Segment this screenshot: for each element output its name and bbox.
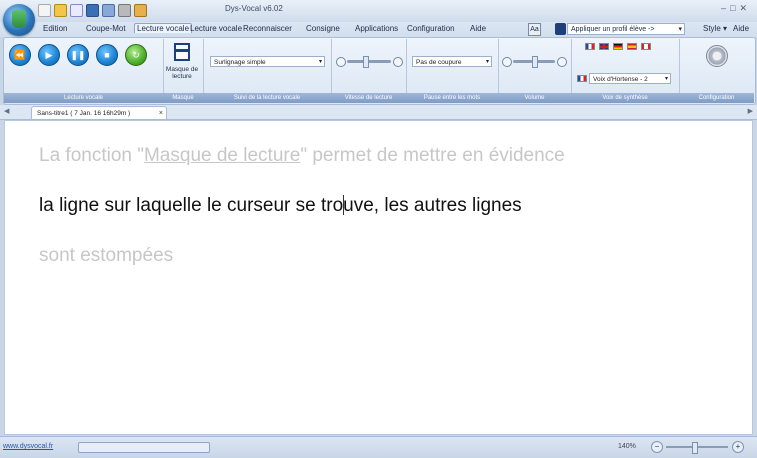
document-tab-label: Sans-titre1 ( 7 Jan. 16 16h29m )	[37, 110, 131, 117]
reading-mask-button-label[interactable]: Masque de lecture	[163, 66, 201, 80]
scroll-left-icon[interactable]: ◀	[4, 107, 9, 115]
text-line-faded-3: sont estompées	[39, 245, 174, 266]
zoom-out-button[interactable]: −	[651, 441, 663, 453]
student-profile-icon	[555, 23, 566, 35]
menu-lecture-vocale[interactable]: Lecture vocale	[190, 24, 242, 33]
menu-applications[interactable]: Applications	[355, 24, 398, 33]
app-logo-button[interactable]	[3, 4, 35, 36]
scroll-right-icon[interactable]: ▶	[748, 107, 753, 115]
open-folder-icon[interactable]	[54, 4, 67, 17]
group-label: Vitesse de lecture	[331, 93, 406, 103]
gear-icon[interactable]	[706, 45, 728, 67]
document-editor[interactable]: La fonction "Masque de lecture" permet d…	[4, 120, 753, 435]
word-pause-select[interactable]: Pas de coupure	[412, 56, 492, 68]
menu-edition[interactable]: Edition	[43, 24, 67, 33]
progress-bar	[78, 442, 210, 453]
zoom-level: 140%	[618, 443, 636, 450]
text-segment: uve, les autres lignes	[343, 195, 522, 216]
new-file-icon[interactable]	[70, 4, 83, 17]
document-tab-strip: ◀ Sans-titre1 ( 7 Jan. 16 16h29m ) × ▶	[0, 105, 757, 120]
group-volume: Volume	[498, 39, 572, 103]
flag-ca-icon[interactable]	[641, 43, 651, 50]
group-label: Suivi de la lecture vocale	[203, 93, 331, 103]
print-icon[interactable]	[118, 4, 131, 17]
flag-de-icon[interactable]	[613, 43, 623, 50]
style-menu[interactable]: Style ▾	[703, 24, 727, 33]
text-segment: " permet de mettre en évidence	[300, 145, 565, 166]
speed-increase-button[interactable]	[393, 57, 403, 67]
status-bar: www.dysvocal.fr 140% − +	[0, 436, 757, 458]
flag-fr-icon[interactable]	[585, 43, 595, 50]
app-window: Dys-Vocal v6.02 –□✕ Edition Coupe-Mot Le…	[0, 0, 757, 458]
text-line-faded-1: La fonction "Masque de lecture" permet d…	[39, 145, 565, 167]
window-controls[interactable]: –□✕	[721, 3, 751, 14]
zoom-in-button[interactable]: +	[732, 441, 744, 453]
menu-reconnaitre[interactable]: Reconnaiscer	[243, 24, 292, 33]
flag-es-icon[interactable]	[627, 43, 637, 50]
group-masque: Masque de lecture Masque	[163, 39, 204, 103]
text-line-current: la ligne sur laquelle le curseur se trou…	[39, 195, 522, 217]
slider-thumb[interactable]	[532, 56, 538, 68]
ribbon: ⏪ ▶ ❚❚ ■ ↻ Lecture vocale Masque de lect…	[3, 37, 756, 105]
profile-select[interactable]: Appliquer un profil élève ->	[567, 23, 685, 36]
group-pause: Pas de coupure Pause entre les mots	[406, 39, 499, 103]
flag-fr-voice-icon	[577, 75, 587, 82]
group-label: Masque	[163, 93, 203, 103]
window-title: Dys-Vocal v6.02	[225, 4, 283, 13]
menu-consigne[interactable]: Consigne	[306, 24, 340, 33]
pause-button[interactable]: ❚❚	[67, 44, 89, 66]
format-icon[interactable]: Aa	[528, 23, 541, 36]
play-button[interactable]: ▶	[38, 44, 60, 66]
volume-decrease-button[interactable]	[502, 57, 512, 67]
stop-button[interactable]: ■	[96, 44, 118, 66]
menu-bar: Edition Coupe-Mot Lecture vocale Lecture…	[0, 22, 757, 37]
highlight-mode-select[interactable]: Surlignage simple	[210, 56, 325, 68]
save-icon[interactable]	[86, 4, 99, 17]
group-label: Configuration	[679, 93, 754, 103]
slider-thumb[interactable]	[363, 56, 369, 68]
volume-slider[interactable]	[513, 56, 555, 68]
group-label: Voix de synthèse	[571, 93, 679, 103]
speed-slider[interactable]	[347, 56, 391, 68]
speed-decrease-button[interactable]	[336, 57, 346, 67]
volume-increase-button[interactable]	[557, 57, 567, 67]
flag-uk-icon[interactable]	[599, 43, 609, 50]
slider-thumb[interactable]	[692, 442, 698, 454]
refresh-button[interactable]: ↻	[125, 44, 147, 66]
menu-aide[interactable]: Aide	[470, 24, 486, 33]
group-configuration: Configuration	[679, 39, 754, 103]
group-voix: Voix d'Hortense - 2 Voix de synthèse	[571, 39, 680, 103]
menu-coupe-mot[interactable]: Coupe-Mot	[86, 24, 126, 33]
group-lecture-vocale: ⏪ ▶ ❚❚ ■ ↻ Lecture vocale	[4, 39, 164, 103]
reading-mask-link: Masque de lecture	[143, 145, 301, 166]
reading-mask-icon[interactable]	[174, 43, 190, 61]
text-segment: La fonction "	[39, 145, 144, 166]
help-menu[interactable]: Aide	[733, 24, 749, 33]
book-icon	[12, 10, 26, 28]
save-as-icon[interactable]	[102, 4, 115, 17]
group-label: Volume	[498, 93, 571, 103]
title-bar: Dys-Vocal v6.02 –□✕	[0, 0, 757, 22]
voice-select[interactable]: Voix d'Hortense - 2	[589, 73, 671, 85]
rewind-button[interactable]: ⏪	[9, 44, 31, 66]
new-document-icon[interactable]	[38, 4, 51, 17]
group-vitesse: Vitesse de lecture	[331, 39, 407, 103]
quick-access-toolbar	[38, 4, 147, 17]
group-label: Lecture vocale	[4, 93, 163, 103]
menu-configuration[interactable]: Configuration	[407, 24, 455, 33]
menu-lecture-vocale-active[interactable]: Lecture vocale	[134, 23, 193, 33]
group-label: Pause entre les mots	[406, 93, 498, 103]
document-tab[interactable]: Sans-titre1 ( 7 Jan. 16 16h29m ) ×	[31, 106, 167, 119]
text-segment: la ligne sur laquelle le curseur se tro	[39, 195, 344, 216]
close-tab-icon[interactable]: ×	[159, 107, 163, 120]
folder-icon[interactable]	[134, 4, 147, 17]
group-suivi: Surlignage simple Suivi de la lecture vo…	[203, 39, 332, 103]
zoom-slider[interactable]	[666, 442, 728, 454]
website-link[interactable]: www.dysvocal.fr	[3, 443, 53, 450]
